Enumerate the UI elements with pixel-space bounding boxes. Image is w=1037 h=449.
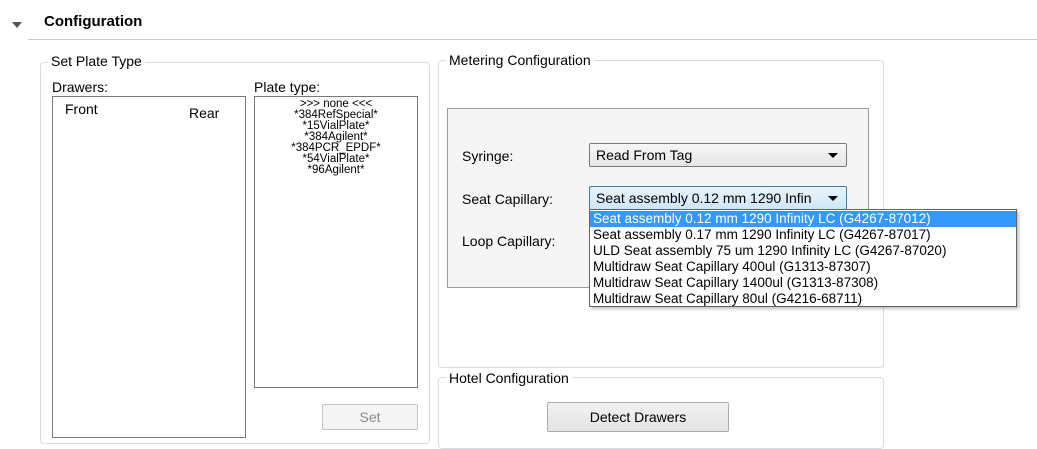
plate-type-item[interactable]: *96Agilent* (255, 164, 417, 176)
seat-capillary-label: Seat Capillary: (462, 191, 554, 207)
chevron-down-icon (828, 196, 838, 201)
hotel-config-title: Hotel Configuration (446, 370, 572, 386)
drawer-rear[interactable]: Rear (189, 105, 219, 121)
seat-option[interactable]: Seat assembly 0.17 mm 1290 Infinity LC (… (590, 227, 1016, 243)
set-button[interactable]: Set (322, 404, 418, 430)
syringe-value: Read From Tag (596, 147, 693, 163)
plate-type-list[interactable]: >>> none <<< *384RefSpecial* *15VialPlat… (254, 96, 418, 388)
plate-type-label: Plate type: (254, 79, 321, 95)
seat-option[interactable]: Seat assembly 0.12 mm 1290 Infinity LC (… (590, 211, 1016, 227)
drawers-label: Drawers: (52, 79, 109, 95)
seat-option[interactable]: ULD Seat assembly 75 um 1290 Infinity LC… (590, 243, 1016, 259)
drawer-front[interactable]: Front (65, 101, 98, 117)
detect-drawers-button[interactable]: Detect Drawers (547, 402, 729, 432)
syringe-dropdown[interactable]: Read From Tag (589, 143, 847, 167)
section-header (0, 0, 1037, 40)
loop-capillary-label: Loop Capillary: (462, 233, 556, 249)
section-title: Configuration (44, 13, 143, 30)
metering-config-title: Metering Configuration (446, 52, 594, 68)
seat-capillary-options: Seat assembly 0.12 mm 1290 Infinity LC (… (589, 209, 1017, 307)
header-divider (28, 39, 1037, 40)
collapse-chevron-icon[interactable] (12, 22, 22, 28)
chevron-down-icon (828, 153, 838, 158)
seat-option[interactable]: Multidraw Seat Capillary 400ul (G1313-87… (590, 259, 1016, 275)
drawers-list[interactable]: Front Rear (52, 96, 246, 438)
seat-option[interactable]: Multidraw Seat Capillary 1400ul (G1313-8… (590, 275, 1016, 291)
seat-capillary-value: Seat assembly 0.12 mm 1290 Infin (596, 190, 812, 206)
seat-capillary-dropdown[interactable]: Seat assembly 0.12 mm 1290 Infin (589, 186, 847, 210)
set-plate-type-title: Set Plate Type (48, 53, 145, 69)
seat-option[interactable]: Multidraw Seat Capillary 80ul (G4216-687… (590, 291, 1016, 307)
syringe-label: Syringe: (462, 148, 514, 164)
